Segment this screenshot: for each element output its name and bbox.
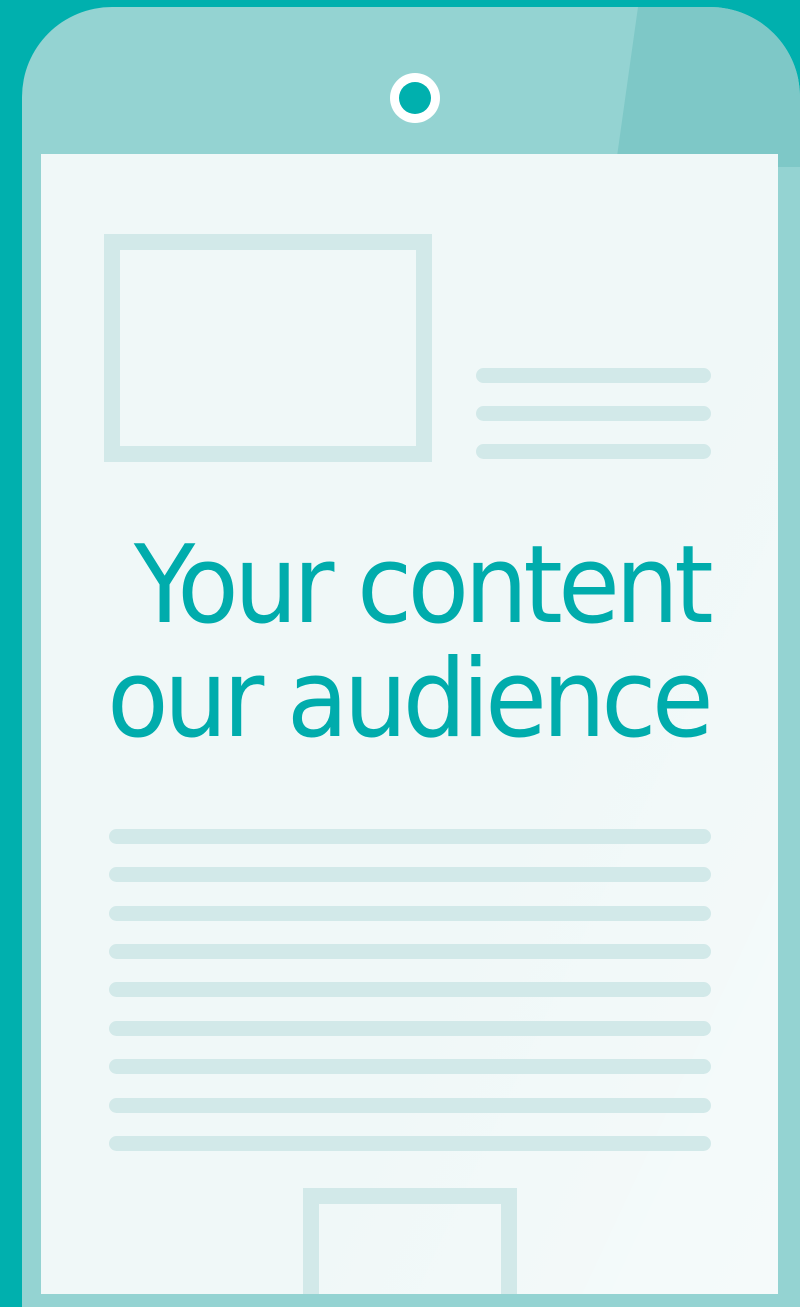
phone-shading <box>615 7 800 167</box>
body-text-line <box>109 1098 711 1113</box>
headline-line-1: Your content <box>133 523 714 648</box>
body-text-line <box>109 1059 711 1074</box>
body-text-line <box>109 867 711 882</box>
side-text-line <box>476 368 711 383</box>
body-text-line <box>109 982 711 997</box>
body-text-line <box>109 1021 711 1036</box>
side-text-line <box>476 406 711 421</box>
camera-lens <box>399 82 431 114</box>
body-text-line <box>109 906 711 921</box>
body-text-line <box>109 829 711 844</box>
phone-screen: Your content our audience <box>41 154 778 1294</box>
body-text-line <box>109 1136 711 1151</box>
side-text-line <box>476 444 711 459</box>
image-placeholder <box>104 234 432 462</box>
headline-line-2: our audience <box>107 637 714 762</box>
body-text-line <box>109 944 711 959</box>
bottom-image-placeholder <box>303 1188 517 1294</box>
camera-icon <box>390 73 440 123</box>
